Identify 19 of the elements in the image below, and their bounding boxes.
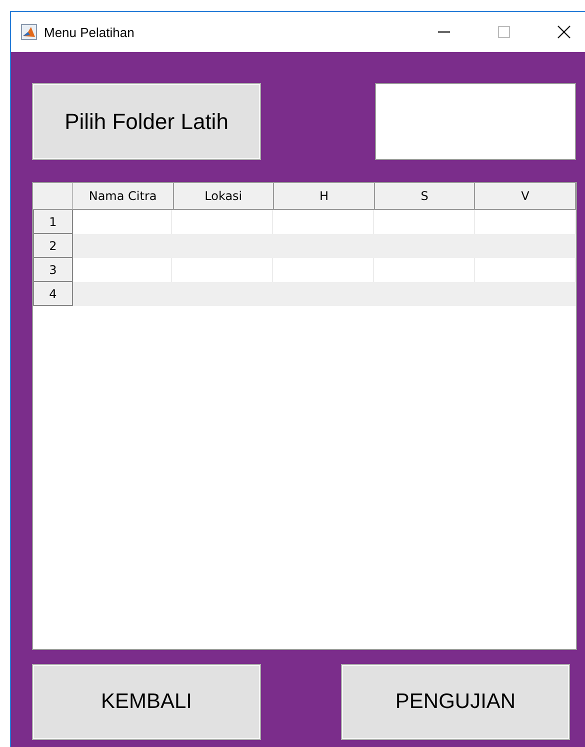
column-header[interactable]: Nama Citra	[73, 183, 174, 209]
app-icon	[21, 24, 37, 40]
column-header[interactable]: S	[374, 183, 476, 209]
row-header[interactable]: 1	[33, 210, 73, 234]
close-icon[interactable]	[557, 25, 571, 39]
choose-folder-button[interactable]: Pilih Folder Latih	[32, 83, 261, 160]
row-header[interactable]: 3	[33, 258, 73, 282]
test-button[interactable]: PENGUJIAN	[341, 664, 570, 740]
window-title: Menu Pelatihan	[44, 24, 134, 40]
row-header[interactable]: 2	[33, 234, 73, 258]
row-header[interactable]: 4	[33, 282, 73, 306]
table-row[interactable]: 3	[33, 258, 576, 282]
column-header[interactable]: Lokasi	[174, 183, 274, 209]
back-button[interactable]: KEMBALI	[32, 664, 261, 740]
table-row[interactable]: 1	[33, 210, 576, 234]
column-header[interactable]: V	[475, 183, 576, 209]
column-header[interactable]: H	[274, 183, 375, 209]
table-row[interactable]: 2	[33, 234, 576, 258]
table-row[interactable]: 4	[33, 282, 576, 306]
